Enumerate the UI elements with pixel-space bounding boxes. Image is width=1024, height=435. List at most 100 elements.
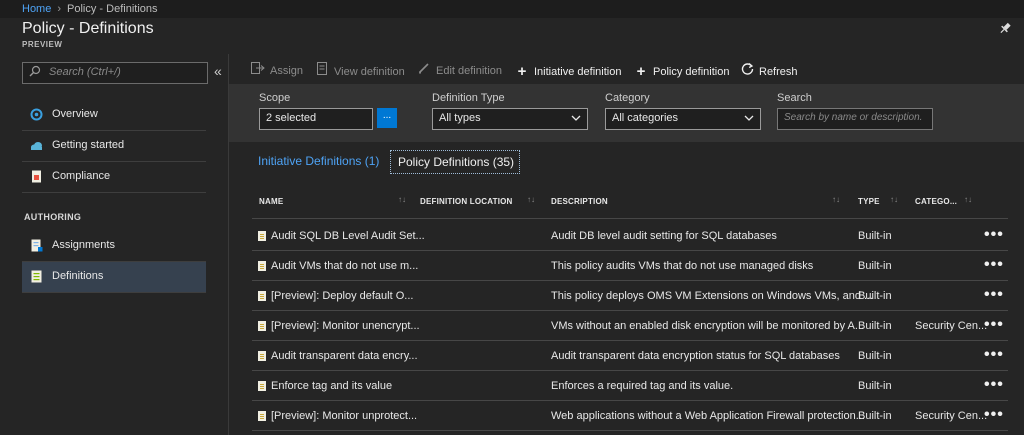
cell-name: Audit VMs that do not use m... [271, 260, 419, 272]
breadcrumb-bar: Home › Policy - Definitions [0, 0, 1024, 18]
cell-type: Built-in [858, 320, 892, 332]
sort-icon[interactable]: ↑↓ [964, 195, 972, 204]
cell-name: Audit SQL DB Level Audit Set... [271, 230, 425, 242]
view-definition-icon [315, 62, 329, 78]
sidebar-item-label: Compliance [52, 170, 111, 182]
assign-button[interactable]: Assign [251, 62, 303, 77]
sidebar-item-definitions[interactable]: Definitions [22, 262, 206, 293]
cell-description: Web applications without a Web Applicati… [551, 410, 865, 422]
breadcrumb: Home › Policy - Definitions [22, 3, 158, 15]
sidebar-item-assignments[interactable]: Assignments [22, 231, 206, 262]
more-options-icon[interactable]: ••• [984, 316, 1004, 334]
search-input[interactable]: Search by name or description. [777, 108, 933, 130]
table-row[interactable]: Enforce tag and its value Enforces a req… [252, 371, 1008, 401]
compliance-icon [30, 170, 43, 183]
assignments-icon [30, 239, 43, 252]
edit-definition-button[interactable]: Edit definition [417, 62, 502, 77]
cell-description: Audit transparent data encryption status… [551, 350, 840, 362]
command-toolbar: Assign View definition Edit definition +… [229, 54, 1024, 84]
search-placeholder: Search by name or description. [784, 112, 923, 123]
breadcrumb-home-link[interactable]: Home [22, 3, 51, 15]
sort-icon[interactable]: ↑↓ [832, 195, 840, 204]
tab-policy-definitions[interactable]: Policy Definitions (35) [390, 150, 520, 174]
sidebar-item-label: Overview [52, 108, 98, 120]
more-options-icon[interactable]: ••• [984, 406, 1004, 424]
column-header-location[interactable]: DEFINITION LOCATION [420, 197, 513, 206]
sidebar-item-compliance[interactable]: Compliance [22, 162, 206, 193]
column-header-name[interactable]: NAME [259, 197, 283, 206]
tab-initiative-definitions[interactable]: Initiative Definitions (1) [258, 154, 379, 176]
more-options-icon[interactable]: ••• [984, 286, 1004, 304]
pin-icon[interactable] [994, 20, 1013, 39]
more-options-icon[interactable]: ••• [984, 256, 1004, 274]
sort-icon[interactable]: ↑↓ [398, 195, 406, 204]
divider [252, 430, 1008, 431]
plus-icon: + [517, 63, 527, 80]
scope-picker-button[interactable]: ... [377, 108, 397, 128]
chevron-down-icon [744, 111, 754, 128]
column-header-type[interactable]: TYPE [858, 197, 880, 206]
cell-name: Enforce tag and its value [271, 380, 393, 392]
column-header-description[interactable]: DESCRIPTION [551, 197, 608, 206]
more-options-icon[interactable]: ••• [984, 376, 1004, 394]
view-definition-button[interactable]: View definition [315, 62, 405, 78]
policy-definition-label: Policy definition [653, 66, 730, 78]
chevron-down-icon [571, 111, 581, 128]
cloud-icon [30, 139, 43, 152]
table-row[interactable]: [Preview]: Deploy default O... This poli… [252, 281, 1008, 311]
cell-category: Security Cen... [915, 320, 988, 332]
category-value: All categories [612, 112, 679, 124]
cell-type: Built-in [858, 260, 892, 272]
policy-document-icon [258, 351, 266, 361]
category-dropdown[interactable]: All categories [605, 108, 761, 130]
refresh-label: Refresh [759, 66, 798, 78]
cell-name: [Preview]: Deploy default O... [271, 290, 414, 302]
sort-icon[interactable]: ↑↓ [890, 195, 898, 204]
page-header: Policy - Definitions PREVIEW [0, 18, 1024, 54]
table-row[interactable]: [Preview]: Monitor unencrypt... VMs with… [252, 311, 1008, 341]
page-title: Policy - Definitions [22, 20, 154, 37]
policy-definition-button[interactable]: + Policy definition [634, 62, 730, 80]
collapse-sidebar-button[interactable]: « [214, 63, 222, 79]
search-label: Search [777, 92, 812, 104]
sort-icon[interactable]: ↑↓ [527, 195, 535, 204]
page-subtitle: PREVIEW [22, 40, 63, 49]
sidebar-search-placeholder: Search (Ctrl+/) [49, 66, 121, 78]
cell-description: This policy audits VMs that do not use m… [551, 260, 814, 272]
scope-value: 2 selected [266, 112, 317, 124]
cell-description: Audit DB level audit setting for SQL dat… [551, 230, 777, 242]
sidebar-item-overview[interactable]: Overview [22, 100, 206, 131]
cell-type: Built-in [858, 230, 892, 242]
definition-type-dropdown[interactable]: All types [432, 108, 588, 130]
view-definition-label: View definition [334, 66, 405, 78]
scope-field[interactable]: 2 selected [259, 108, 373, 130]
more-options-icon[interactable]: ••• [984, 226, 1004, 244]
refresh-button[interactable]: Refresh [740, 62, 798, 78]
definition-type-value: All types [439, 112, 481, 124]
more-options-icon[interactable]: ••• [984, 346, 1004, 364]
pencil-icon [417, 62, 431, 77]
section-heading-authoring: AUTHORING [24, 212, 82, 222]
sidebar-item-getting-started[interactable]: Getting started [22, 131, 206, 162]
search-icon [29, 65, 41, 80]
policy-document-icon [258, 291, 266, 301]
sidebar-search-input[interactable]: Search (Ctrl+/) [22, 62, 208, 84]
table-row[interactable]: Audit VMs that do not use m... This poli… [252, 251, 1008, 281]
column-header-category[interactable]: CATEGO... [915, 197, 957, 206]
policy-document-icon [258, 411, 266, 421]
sidebar-item-label: Definitions [52, 270, 104, 282]
initiative-definition-button[interactable]: + Initiative definition [515, 62, 622, 80]
table-row[interactable]: Audit transparent data encry... Audit tr… [252, 341, 1008, 371]
table-row[interactable]: Audit SQL DB Level Audit Set... Audit DB… [252, 221, 1008, 251]
policy-document-icon [258, 321, 266, 331]
breadcrumb-separator: › [57, 3, 62, 15]
cell-name: [Preview]: Monitor unprotect... [271, 410, 418, 422]
table-row[interactable]: [Preview]: Monitor unprotect... Web appl… [252, 401, 1008, 431]
definitions-icon [30, 270, 43, 283]
initiative-definition-label: Initiative definition [534, 66, 622, 78]
cell-description: This policy deploys OMS VM Extensions on… [551, 290, 874, 302]
scope-label: Scope [259, 92, 291, 104]
cell-type: Built-in [858, 350, 892, 362]
breadcrumb-current: Policy - Definitions [67, 3, 158, 15]
tab-policy-definitions-label: Policy Definitions (35) [398, 155, 515, 169]
